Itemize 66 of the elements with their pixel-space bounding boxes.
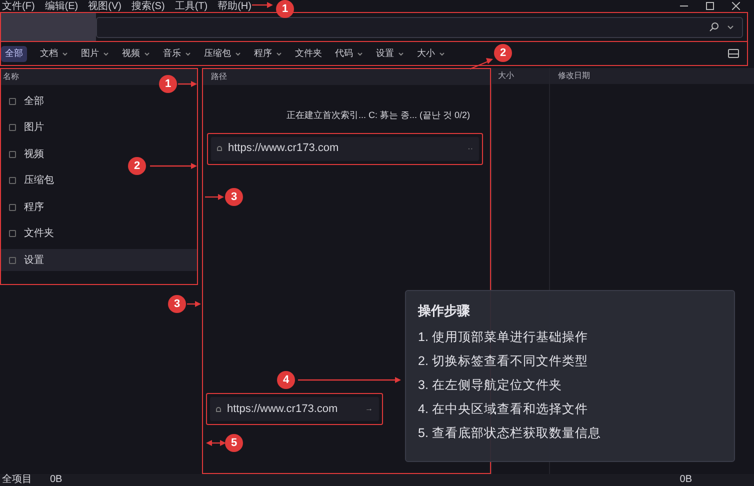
arrow-icon bbox=[252, 1, 274, 9]
filter-tab[interactable]: 代码 bbox=[335, 46, 363, 62]
sidebar-item[interactable]: 文件夹 bbox=[1, 222, 60, 244]
maximize-icon[interactable] bbox=[706, 2, 714, 10]
arrow-icon bbox=[205, 193, 225, 201]
number-badge: 1 bbox=[276, 0, 294, 18]
filter-tab[interactable]: 程序 bbox=[254, 46, 282, 62]
number-badge: 5 bbox=[225, 434, 243, 452]
step-text: 2. 切换标签查看不同文件类型 bbox=[418, 352, 589, 370]
step-text: 5. 查看底部状态栏获取数量信息 bbox=[418, 424, 602, 442]
step-text: 3. 在左侧导航定位文件夹 bbox=[418, 376, 563, 394]
sidebar-item[interactable]: 视频 bbox=[1, 143, 50, 165]
status-text: 全项目 bbox=[2, 474, 32, 486]
column-header: 大小 bbox=[492, 68, 549, 84]
square-icon bbox=[9, 230, 16, 237]
home-icon bbox=[217, 146, 222, 151]
close-icon[interactable] bbox=[732, 2, 740, 10]
square-icon bbox=[9, 177, 16, 184]
filter-tab[interactable]: 文档 bbox=[40, 46, 68, 62]
filter-tab[interactable]: 全部 bbox=[1, 46, 27, 62]
number-badge: 4 bbox=[277, 371, 295, 389]
url-field[interactable]: https://www.cr173.com ·· bbox=[211, 136, 479, 160]
sidebar-item[interactable]: 程序 bbox=[1, 196, 50, 218]
square-icon bbox=[9, 204, 16, 210]
number-badge: 1 bbox=[159, 75, 177, 93]
square-icon bbox=[9, 256, 16, 264]
number-badge: 3 bbox=[168, 295, 186, 313]
menu-item[interactable]: 视图(V) bbox=[88, 0, 122, 12]
sidebar-item[interactable]: 全部 bbox=[1, 90, 50, 112]
filter-tab[interactable]: 设置 bbox=[376, 46, 404, 62]
column-header: 路径 bbox=[203, 69, 490, 85]
indexing-status: 正在建立首次索引... C: 募는 종... (끝난 것 0/2) bbox=[285, 109, 471, 122]
square-icon bbox=[9, 150, 16, 158]
number-badge: 2 bbox=[494, 44, 512, 62]
sidebar-item[interactable]: 设置 bbox=[1, 249, 197, 271]
number-badge: 3 bbox=[225, 188, 243, 206]
status-text: 0B bbox=[50, 474, 62, 486]
sidebar-item[interactable]: 压缩包 bbox=[1, 170, 60, 192]
url-field[interactable]: https://www.cr173.com → bbox=[210, 397, 379, 421]
column-header: 修改日期 bbox=[550, 68, 754, 84]
square-icon bbox=[9, 98, 16, 104]
chevron-down-icon[interactable] bbox=[727, 24, 734, 30]
filter-tab[interactable]: 文件夹 bbox=[295, 46, 322, 62]
step-text: 1. 使用顶部菜单进行基础操作 bbox=[418, 328, 589, 346]
menu-item[interactable]: 工具(T) bbox=[174, 0, 208, 12]
card-title: 操作步骤 bbox=[418, 302, 471, 320]
double-arrow-icon bbox=[206, 439, 226, 447]
home-icon bbox=[216, 406, 221, 412]
panel-icon[interactable] bbox=[728, 49, 739, 58]
search-field[interactable] bbox=[96, 16, 743, 38]
arrow-icon bbox=[298, 376, 402, 384]
filter-tab[interactable]: 压缩包 bbox=[204, 46, 241, 62]
filter-tab[interactable]: 图片 bbox=[81, 46, 109, 62]
status-text: 0B bbox=[680, 474, 692, 486]
step-text: 4. 在中央区域查看和选择文件 bbox=[418, 400, 589, 418]
menu-item[interactable]: 编辑(E) bbox=[44, 0, 78, 12]
sidebar-item[interactable]: 图片 bbox=[1, 116, 50, 138]
menu-item[interactable]: 搜索(S) bbox=[131, 0, 165, 12]
filter-tab[interactable]: 音乐 bbox=[163, 46, 191, 62]
search-icon bbox=[709, 22, 719, 32]
filter-tab[interactable]: 视频 bbox=[122, 46, 150, 62]
number-badge: 2 bbox=[128, 157, 146, 175]
square-icon bbox=[9, 124, 16, 131]
menu-item[interactable]: 文件(F) bbox=[2, 0, 35, 12]
filter-tab[interactable]: 大小 bbox=[417, 46, 445, 62]
menu-item[interactable]: 帮助(H) bbox=[218, 0, 252, 12]
